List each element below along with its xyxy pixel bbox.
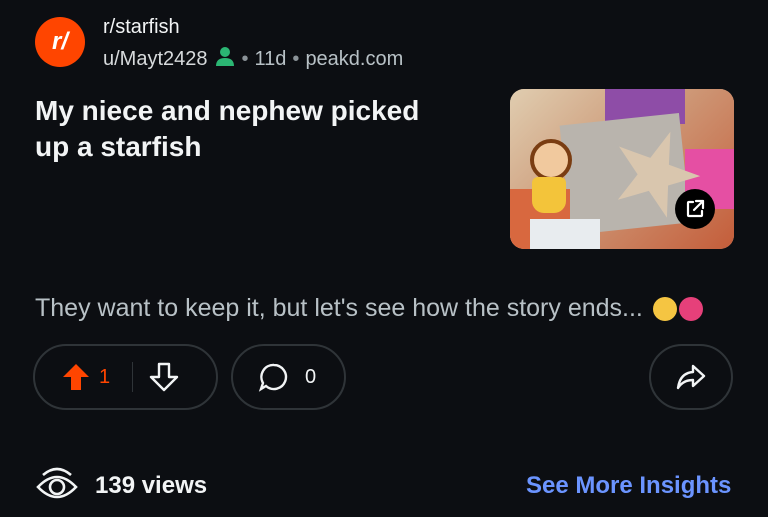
post-domain[interactable]: peakd.com [305,48,403,71]
emoji-group [652,296,703,321]
vote-bar: 1 [33,344,218,410]
thumbnail-patch [530,219,600,249]
user-icon [214,45,236,73]
smiling-face-with-hearts-icon [652,296,677,321]
sparkling-heart-icon [678,296,703,321]
comments-button[interactable]: 0 [231,344,346,410]
comment-count: 0 [305,365,317,388]
comment-icon [257,360,291,394]
cartoon-girl-body [532,177,566,213]
downvote-icon [149,362,179,392]
username[interactable]: u/Mayt2428 [103,48,208,71]
avatar-text: r/ [51,28,68,55]
subreddit-name[interactable]: r/starfish [103,16,180,39]
subreddit-avatar[interactable]: r/ [35,17,85,67]
upvote-button[interactable] [61,362,91,392]
upvote-icon [63,364,89,390]
views-icon [36,467,78,499]
post-age: 11d [254,47,287,70]
views-count: 139 views [95,472,208,499]
share-button[interactable] [649,344,733,410]
share-icon [676,364,706,390]
vote-divider [132,362,134,392]
post-thumbnail[interactable] [510,89,734,249]
separator-dot: • [241,47,249,70]
post-body-text: They want to keep it, but let's see how … [35,294,643,322]
post-body: They want to keep it, but let's see how … [35,294,703,323]
separator-dot: • [292,47,300,70]
post-title[interactable]: My niece and nephew picked up a starfish [35,93,455,165]
cartoon-girl-head [530,139,572,181]
downvote-button[interactable] [147,360,181,394]
external-link-icon [686,199,705,218]
external-link-button[interactable] [675,189,715,229]
see-more-insights-link[interactable]: See More Insights [526,472,731,500]
upvote-count: 1 [99,365,111,388]
post-meta: u/Mayt2428 • 11d • peakd.com [103,45,403,73]
